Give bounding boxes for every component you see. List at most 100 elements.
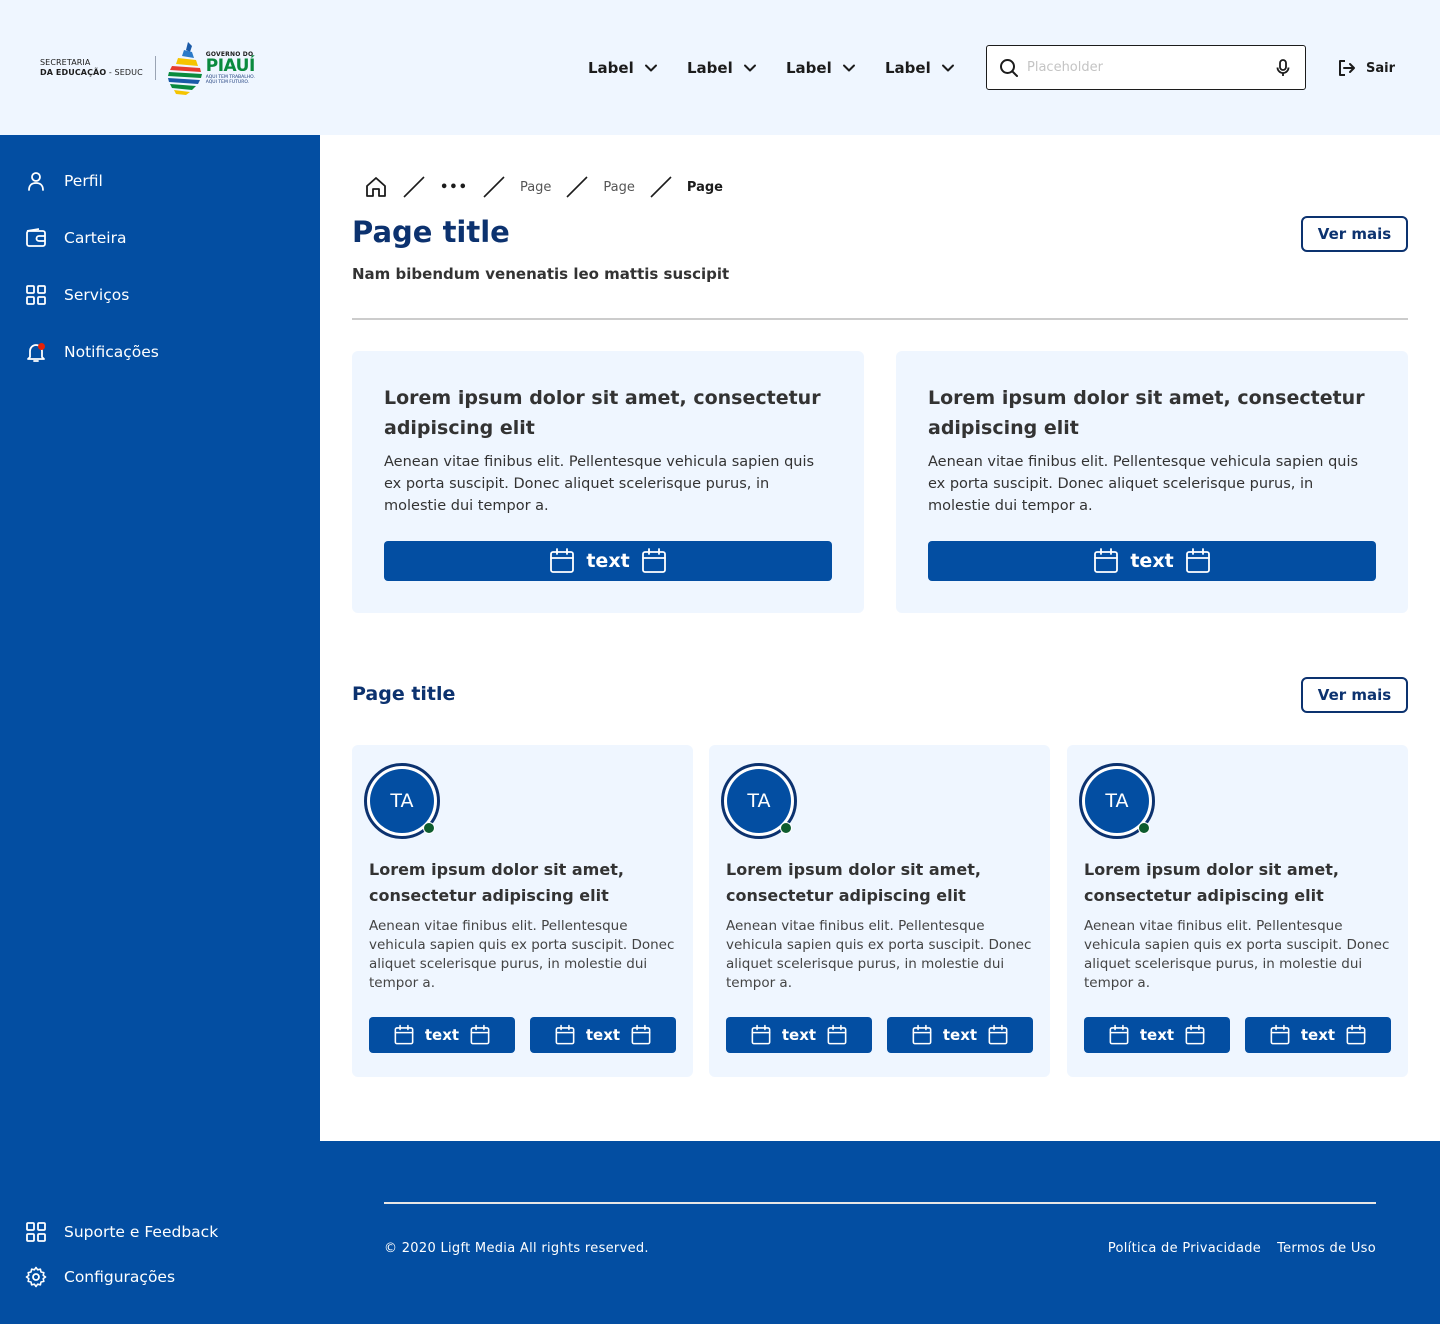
calendar-icon <box>631 1024 651 1045</box>
card-action-button[interactable]: text <box>530 1017 676 1053</box>
card-action-button[interactable]: text <box>726 1017 872 1053</box>
online-status-dot <box>780 822 792 834</box>
calendar-icon <box>1185 1024 1205 1045</box>
sidebar-item-label: Serviços <box>64 286 130 304</box>
terms-of-use-link[interactable]: Termos de Uso <box>1277 1241 1376 1256</box>
bell-icon <box>24 340 48 364</box>
nav-item-3[interactable]: Label <box>786 56 856 80</box>
card-action-button[interactable]: text <box>1084 1017 1230 1053</box>
logo[interactable]: SECRETARIA DA EDUCAÇÃO - SEDUC GOVERNO D… <box>40 40 255 96</box>
breadcrumb-home[interactable] <box>364 175 388 199</box>
page-title: Page title <box>352 215 510 249</box>
sidebar-item-notificacoes[interactable]: Notificações <box>24 339 159 365</box>
ver-mais-button[interactable]: Ver mais <box>1301 677 1408 713</box>
logout-button[interactable]: Sair <box>1337 56 1395 80</box>
card-action-button[interactable]: text <box>928 541 1376 581</box>
logo-gov-tag2: AQUI TEM FUTURO. <box>205 80 250 85</box>
breadcrumb-current: Page <box>686 179 723 195</box>
sidebar: Perfil Carteira Serviços Notificações Su… <box>0 135 320 1324</box>
card-text: Aenean vitae finibus elit. Pellentesque … <box>384 454 815 514</box>
card-title: Lorem ipsum dolor sit amet, consectetur … <box>726 860 981 905</box>
breadcrumb-ellipsis[interactable]: ••• <box>440 180 468 195</box>
nav-item-4[interactable]: Label <box>885 56 955 80</box>
calendar-icon <box>827 1024 847 1045</box>
profile-card: TA Lorem ipsum dolor sit amet, consectet… <box>709 745 1050 1077</box>
calendar-icon <box>988 1024 1008 1045</box>
calendar-icon <box>751 1024 771 1045</box>
card-action-label: text <box>1130 550 1174 572</box>
gear-icon <box>24 1265 48 1289</box>
sidebar-item-carteira[interactable]: Carteira <box>24 225 126 251</box>
page-subtitle: Nam bibendum venenatis leo mattis suscip… <box>352 265 730 283</box>
card-action-label: text <box>1139 1026 1175 1044</box>
section-title: Page title <box>352 683 456 705</box>
sidebar-item-label: Notificações <box>64 343 159 361</box>
user-icon <box>24 169 48 193</box>
ver-mais-button[interactable]: Ver mais <box>1301 216 1408 252</box>
logo-secretaria: SECRETARIA DA EDUCAÇÃO - SEDUC <box>40 58 143 78</box>
calendar-icon <box>1270 1024 1290 1045</box>
divider <box>352 318 1408 320</box>
avatar[interactable]: TA <box>721 763 797 839</box>
sidebar-item-configuracoes[interactable]: Configurações <box>24 1264 175 1290</box>
card-action-label: text <box>585 1026 621 1044</box>
card-action-label: text <box>942 1026 978 1044</box>
nav-item-label: Label <box>588 59 634 77</box>
profile-card: TA Lorem ipsum dolor sit amet, consectet… <box>1067 745 1408 1077</box>
footer-links: Política de Privacidade Termos de Uso <box>1108 1241 1376 1256</box>
sidebar-item-servicos[interactable]: Serviços <box>24 282 129 308</box>
logout-label: Sair <box>1366 60 1396 76</box>
nav-item-1[interactable]: Label <box>588 56 658 80</box>
chevron-down-icon <box>743 64 756 72</box>
nav-item-label: Label <box>885 59 931 77</box>
card-title: Lorem ipsum dolor sit amet, consectetur … <box>928 387 1365 439</box>
card-text: Aenean vitae finibus elit. Pellentesque … <box>726 918 1032 991</box>
sidebar-item-perfil[interactable]: Perfil <box>24 168 103 194</box>
online-status-dot <box>1138 822 1150 834</box>
header: SECRETARIA DA EDUCAÇÃO - SEDUC GOVERNO D… <box>0 0 1440 135</box>
wallet-icon <box>24 226 48 250</box>
card-title: Lorem ipsum dolor sit amet, consectetur … <box>1084 860 1339 905</box>
logo-secretaria-rest: - SEDUC <box>106 68 143 77</box>
calendar-icon <box>555 1024 575 1045</box>
chevron-down-icon <box>842 64 855 72</box>
search-input[interactable] <box>1027 60 1273 75</box>
breadcrumb-item[interactable]: Page <box>520 180 551 195</box>
card-action-label: text <box>1300 1026 1336 1044</box>
card-action-button[interactable]: text <box>384 541 832 581</box>
card-action-button[interactable]: text <box>1245 1017 1391 1053</box>
calendar-icon <box>1109 1024 1129 1045</box>
card-action-button[interactable]: text <box>887 1017 1033 1053</box>
chevron-down-icon <box>941 64 954 72</box>
sidebar-item-label: Carteira <box>64 229 127 247</box>
breadcrumb-separator <box>402 175 426 199</box>
card-title: Lorem ipsum dolor sit amet, consectetur … <box>369 860 624 905</box>
card-text: Aenean vitae finibus elit. Pellentesque … <box>1084 918 1390 991</box>
calendar-icon <box>550 548 575 573</box>
logo-divider <box>154 56 156 80</box>
breadcrumb-separator <box>649 175 673 199</box>
nav-item-2[interactable]: Label <box>687 56 757 80</box>
microphone-icon[interactable] <box>1273 58 1293 78</box>
calendar-icon <box>641 548 666 573</box>
main-content: ••• Page Page Page Page title Nam bibend… <box>320 135 1440 1141</box>
calendar-icon <box>1094 548 1119 573</box>
breadcrumb-item[interactable]: Page <box>603 180 634 195</box>
sidebar-item-suporte[interactable]: Suporte e Feedback <box>24 1219 218 1245</box>
card-action-button[interactable]: text <box>369 1017 515 1053</box>
card-title: Lorem ipsum dolor sit amet, consectetur … <box>384 387 821 439</box>
logo-secretaria-line1: SECRETARIA <box>40 58 91 67</box>
search-icon <box>1000 58 1018 77</box>
privacy-policy-link[interactable]: Política de Privacidade <box>1108 1241 1261 1256</box>
nav-item-label: Label <box>687 59 733 77</box>
calendar-icon <box>394 1024 414 1045</box>
card-action-label: text <box>424 1026 460 1044</box>
info-card: Lorem ipsum dolor sit amet, consectetur … <box>352 351 864 613</box>
calendar-icon <box>1346 1024 1366 1045</box>
logo-gov-big: PIAUÍ <box>205 56 256 76</box>
grid-icon <box>24 1220 48 1244</box>
breadcrumb-separator <box>565 175 589 199</box>
avatar[interactable]: TA <box>364 763 440 839</box>
profile-card: TA Lorem ipsum dolor sit amet, consectet… <box>352 745 693 1077</box>
avatar[interactable]: TA <box>1079 763 1155 839</box>
